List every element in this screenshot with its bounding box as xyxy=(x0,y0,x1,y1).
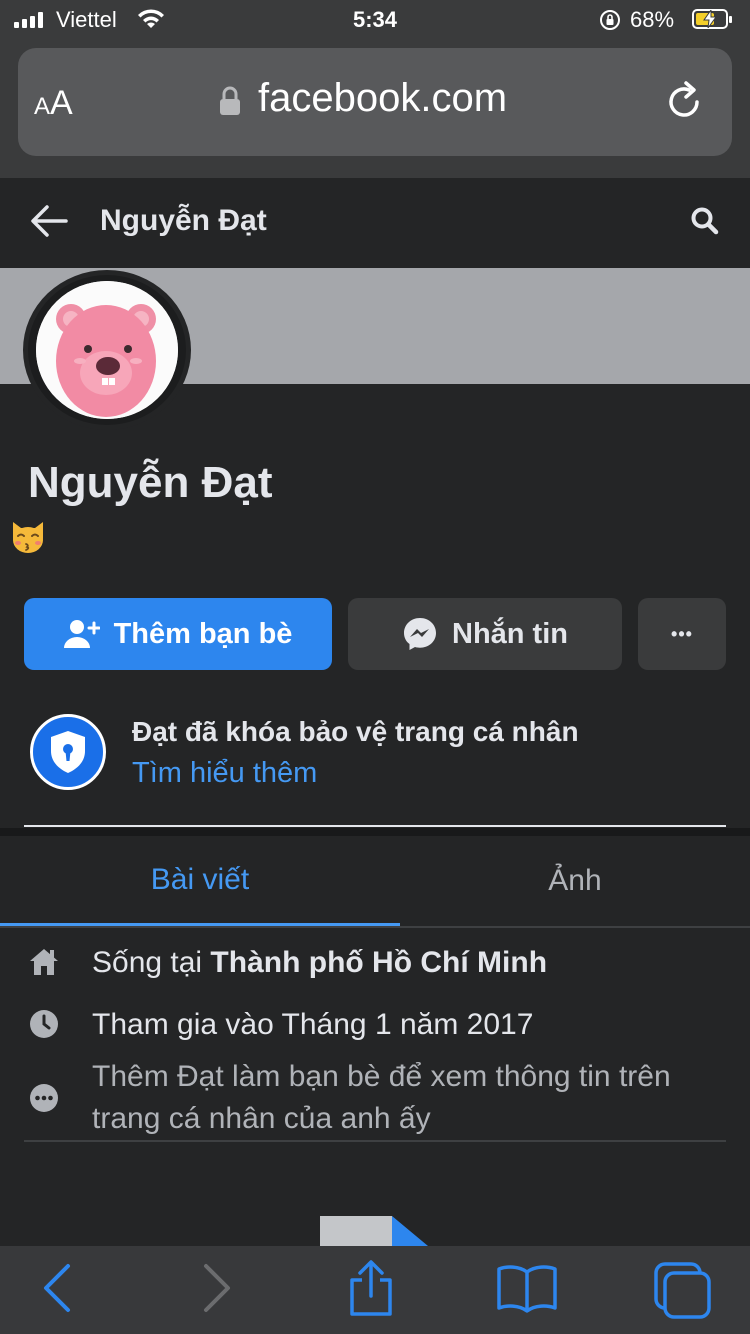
learn-more-link[interactable]: Tìm hiểu thêm xyxy=(132,757,317,790)
lives-in-city[interactable]: Thành phố Hồ Chí Minh xyxy=(210,946,547,979)
kissing-cat-emoji-icon xyxy=(13,522,43,553)
profile-header-bar: Nguyễn Đạt xyxy=(0,178,750,266)
back-arrow-icon[interactable] xyxy=(30,204,68,238)
browser-toolbar xyxy=(0,1246,750,1334)
more-info-text: Thêm Đạt làm bạn bè để xem thông tin trê… xyxy=(92,1060,671,1135)
bookmarks-icon[interactable] xyxy=(494,1260,560,1316)
profile-lock-title: Đạt đã khóa bảo vệ trang cá nhân xyxy=(132,716,579,747)
clock-icon xyxy=(30,1010,58,1038)
home-icon xyxy=(30,949,58,975)
add-friend-label: Thêm bạn bè xyxy=(113,617,293,650)
tabs-icon[interactable] xyxy=(652,1260,712,1320)
more-options-label: ••• xyxy=(671,623,693,644)
profile-lock-shield-icon xyxy=(30,714,106,790)
reload-icon[interactable] xyxy=(664,80,706,124)
messenger-icon xyxy=(404,618,436,650)
battery-percent: 68% xyxy=(630,7,675,32)
address-bar[interactable]: AA facebook.com xyxy=(18,48,732,156)
more-dots-icon xyxy=(30,1084,58,1112)
status-bar: Viettel 5:34 68% xyxy=(0,0,750,42)
avatar xyxy=(36,281,178,419)
more-options-button[interactable]: ••• xyxy=(638,598,726,670)
message-button[interactable]: Nhắn tin xyxy=(348,598,622,670)
browser-forward-icon[interactable] xyxy=(198,1260,234,1316)
joined-text: Tham gia vào Tháng 1 năm 2017 xyxy=(92,1008,534,1041)
charging-bolt-icon xyxy=(703,10,717,28)
profile-picture[interactable] xyxy=(23,270,191,430)
profile-tabs: Bài viết Ảnh xyxy=(0,836,750,928)
url-text[interactable]: facebook.com xyxy=(258,76,507,121)
section-separator xyxy=(0,828,750,836)
tab-photos[interactable]: Ảnh xyxy=(375,836,750,926)
loading-placeholder-accent xyxy=(392,1216,428,1246)
rotation-lock-icon xyxy=(600,10,620,30)
profile-name: Nguyễn Đạt xyxy=(28,458,273,507)
message-label: Nhắn tin xyxy=(452,617,568,650)
intro-section: Sống tại Thành phố Hồ Chí Minh Tham gia … xyxy=(0,928,750,1246)
add-friend-icon xyxy=(63,620,100,648)
pink-bear-avatar-image xyxy=(36,281,178,419)
text-size-button[interactable]: AA xyxy=(34,84,73,123)
browser-back-icon[interactable] xyxy=(40,1260,76,1316)
add-friend-button[interactable]: Thêm bạn bè xyxy=(24,598,332,670)
browser-top-bar: Viettel 5:34 68% AA facebook.com xyxy=(0,0,750,178)
divider xyxy=(24,825,726,827)
page: Viettel 5:34 68% AA facebook.com Nguyễn … xyxy=(0,0,750,1334)
share-icon[interactable] xyxy=(346,1260,396,1318)
search-icon[interactable] xyxy=(690,206,720,236)
lives-in-prefix: Sống tại xyxy=(92,946,211,979)
page-title: Nguyễn Đạt xyxy=(100,204,267,237)
battery-icon xyxy=(692,9,732,29)
divider xyxy=(24,1140,726,1142)
tab-posts[interactable]: Bài viết xyxy=(0,836,400,926)
loading-placeholder xyxy=(320,1216,392,1246)
secure-lock-icon xyxy=(220,86,240,115)
